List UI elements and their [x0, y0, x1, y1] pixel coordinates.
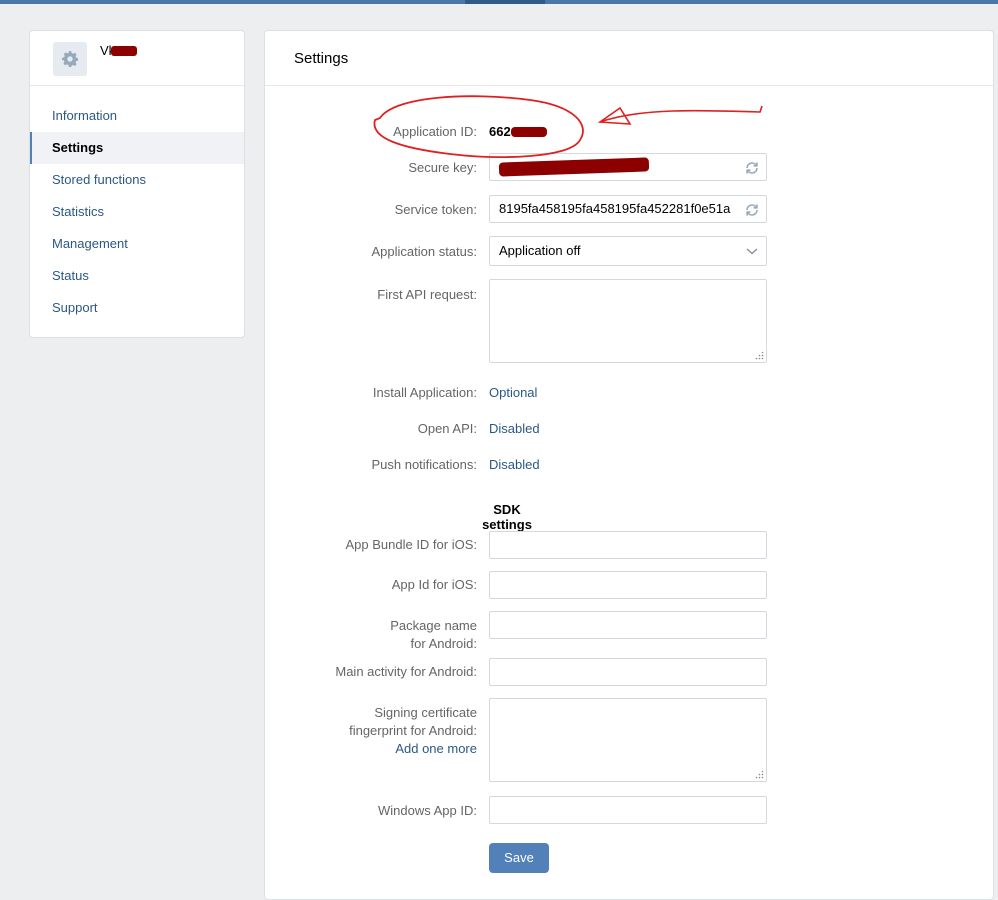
- sidebar-item-statistics[interactable]: Statistics: [30, 196, 244, 228]
- add-one-more-link[interactable]: Add one more: [349, 740, 477, 758]
- package-android-input[interactable]: [489, 611, 767, 639]
- top-navigation-bar: [0, 0, 998, 4]
- install-application-link[interactable]: Optional: [489, 385, 537, 400]
- application-id-label: Application ID:: [393, 124, 477, 139]
- sdk-settings-title: SDK settings: [482, 502, 532, 532]
- secure-key-label: Secure key:: [408, 160, 477, 175]
- application-status-value: Application off: [499, 243, 581, 258]
- sidebar-item-management[interactable]: Management: [30, 228, 244, 260]
- settings-card: Settings Application ID: 662 Secure key:…: [264, 30, 994, 900]
- bundle-ios-label: App Bundle ID for iOS:: [345, 537, 477, 552]
- windows-app-id-label: Windows App ID:: [378, 803, 477, 818]
- chevron-down-icon: [746, 248, 758, 255]
- signing-cert-label-line1: Signing certificate: [374, 705, 477, 720]
- signing-cert-label-line2: fingerprint for Android:: [349, 723, 477, 738]
- refresh-icon[interactable]: [743, 159, 761, 177]
- sidebar-item-information[interactable]: Information: [30, 100, 244, 132]
- sidebar-nav: Information Settings Stored functions St…: [30, 86, 244, 324]
- resize-grip-icon[interactable]: [755, 770, 764, 779]
- package-android-label-line1: Package name: [390, 618, 477, 633]
- redaction-mark: [511, 127, 547, 137]
- sidebar-item-stored-functions[interactable]: Stored functions: [30, 164, 244, 196]
- package-android-label: Package name for Android:: [390, 617, 477, 653]
- app-id-ios-label: App Id for iOS:: [391, 577, 477, 592]
- signing-cert-textarea[interactable]: [489, 698, 767, 782]
- sidebar-item-settings[interactable]: Settings: [30, 132, 244, 164]
- application-status-select[interactable]: Application off: [489, 236, 767, 266]
- first-api-request-label: First API request:: [377, 287, 477, 302]
- application-id-text: 662: [489, 124, 511, 139]
- app-name[interactable]: Vk: [100, 43, 138, 58]
- application-id-value: 662: [489, 124, 511, 139]
- service-token-field[interactable]: 8195fa458195fa458195fa452281f0e51a: [489, 195, 767, 223]
- sidebar-item-status[interactable]: Status: [30, 260, 244, 292]
- bundle-ios-input[interactable]: [489, 531, 767, 559]
- sidebar-card: Vk Information Settings Stored functions…: [29, 30, 245, 338]
- app-id-ios-input[interactable]: [489, 571, 767, 599]
- gear-icon: [53, 42, 87, 76]
- service-token-label: Service token:: [394, 202, 477, 217]
- open-api-label: Open API:: [417, 421, 477, 436]
- signing-cert-label: Signing certificate fingerprint for Andr…: [349, 704, 477, 758]
- application-status-label: Application status:: [371, 244, 477, 259]
- service-token-value: 8195fa458195fa458195fa452281f0e51a: [499, 201, 731, 216]
- main-activity-android-input[interactable]: [489, 658, 767, 686]
- package-android-label-line2: for Android:: [410, 636, 478, 651]
- push-notifications-link[interactable]: Disabled: [489, 457, 540, 472]
- app-header: Vk: [30, 31, 244, 86]
- page-title: Settings: [265, 31, 993, 86]
- first-api-request-textarea[interactable]: [489, 279, 767, 363]
- top-bar-active-indicator: [465, 0, 545, 4]
- open-api-link[interactable]: Disabled: [489, 421, 540, 436]
- install-application-label: Install Application:: [372, 385, 477, 400]
- save-button[interactable]: Save: [489, 843, 549, 873]
- main-activity-android-label: Main activity for Android:: [335, 664, 477, 679]
- refresh-icon[interactable]: [743, 201, 761, 219]
- windows-app-id-input[interactable]: [489, 796, 767, 824]
- resize-grip-icon[interactable]: [755, 351, 764, 360]
- sidebar-item-support[interactable]: Support: [30, 292, 244, 324]
- push-notifications-label: Push notifications:: [371, 457, 477, 472]
- redaction-mark: [111, 46, 138, 56]
